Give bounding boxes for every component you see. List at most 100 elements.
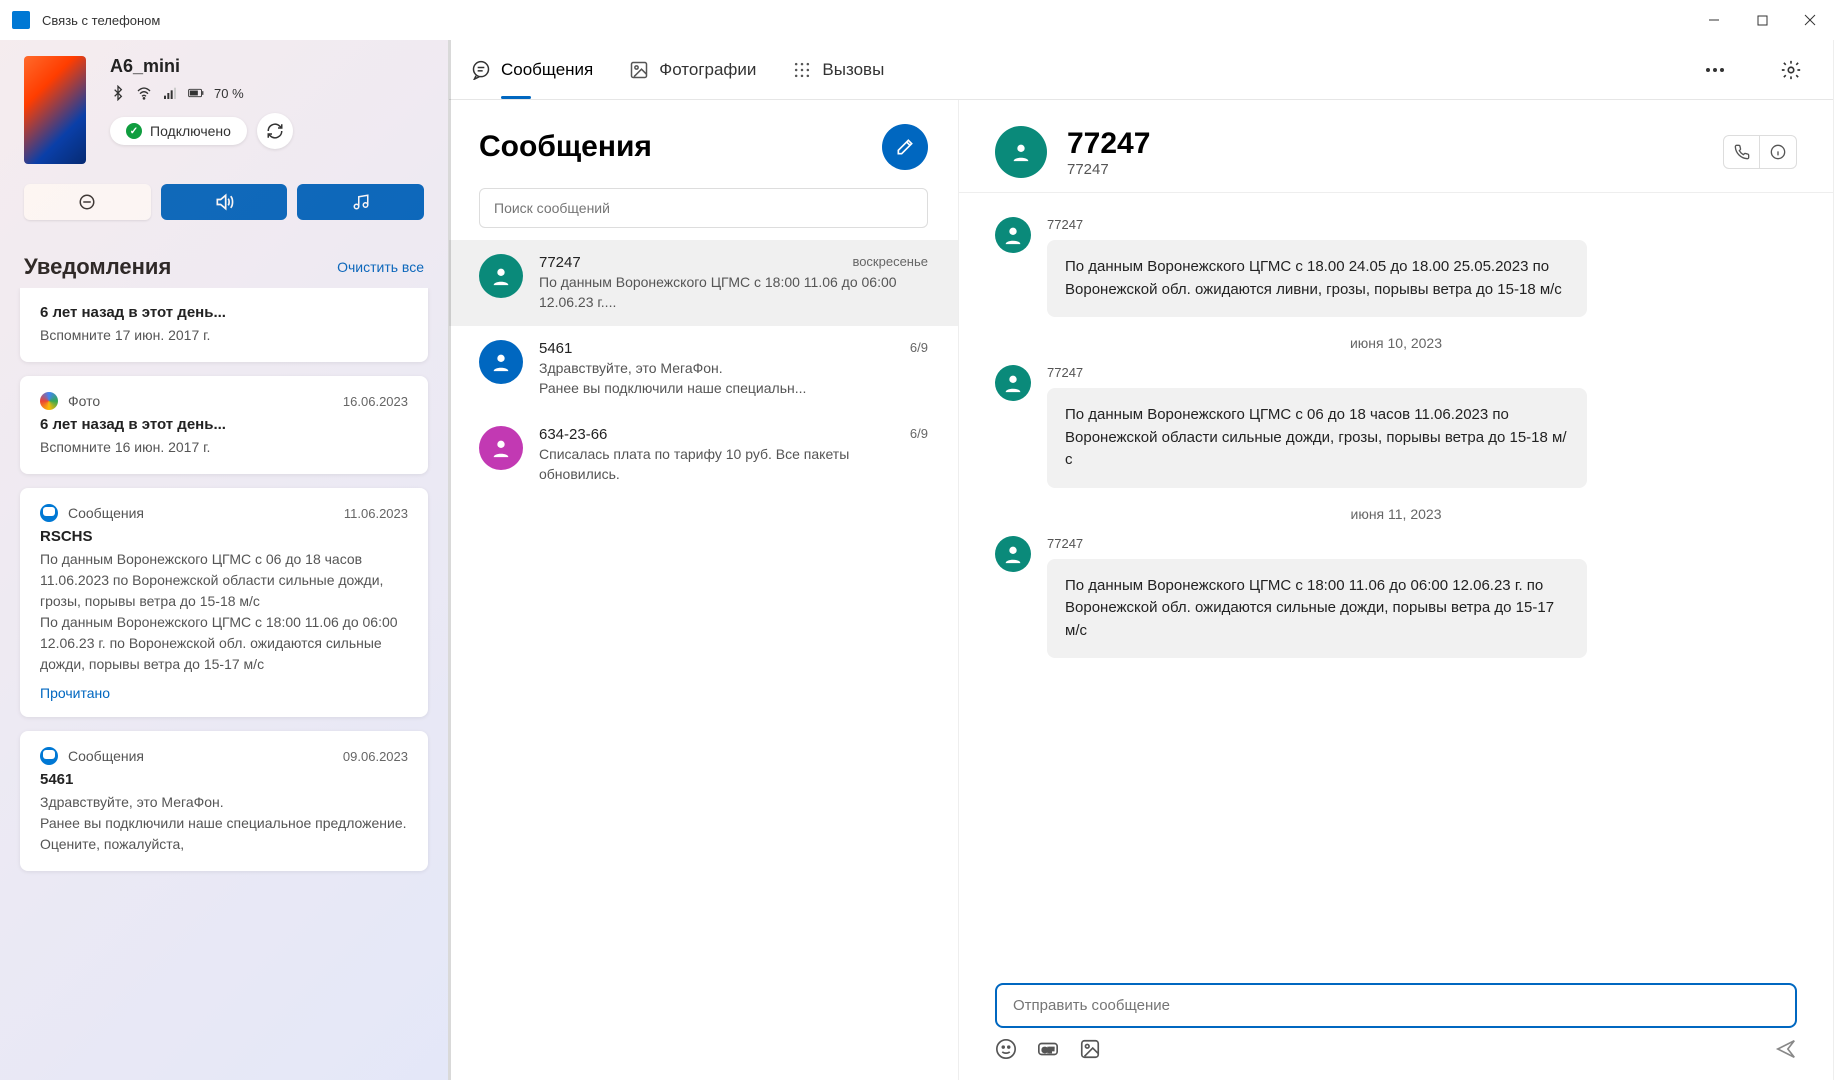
left-sidebar: A6_mini 70 % Подключено xyxy=(0,40,448,1080)
conversation-list: 77247 воскресенье По данным Воронежского… xyxy=(449,240,958,1080)
notification-card[interactable]: Сообщения 09.06.2023 5461 Здравствуйте, … xyxy=(20,731,428,871)
notification-title: 5461 xyxy=(40,771,408,788)
volume-button[interactable] xyxy=(161,184,288,220)
message-avatar xyxy=(995,217,1031,253)
music-button[interactable] xyxy=(297,184,424,220)
chat-header: 77247 77247 xyxy=(959,100,1833,193)
notification-body: По данным Воронежского ЦГМС с 06 до 18 ч… xyxy=(40,549,408,675)
image-icon[interactable] xyxy=(1079,1038,1101,1060)
notification-body: Здравствуйте, это МегаФон. Ранее вы подк… xyxy=(40,792,408,855)
connected-check-icon xyxy=(126,123,142,139)
message-avatar xyxy=(995,365,1031,401)
notification-card[interactable]: Сообщения 11.06.2023 RSCHS По данным Вор… xyxy=(20,488,428,717)
message-row: 77247 По данным Воронежского ЦГМС с 18.0… xyxy=(995,217,1797,317)
messages-heading: Сообщения xyxy=(479,130,652,164)
battery-icon xyxy=(188,85,204,101)
message-sender: 77247 xyxy=(1047,365,1587,380)
dnd-button[interactable] xyxy=(24,184,151,220)
messages-app-icon xyxy=(40,504,58,522)
message-bubble: По данным Воронежского ЦГМС с 06 до 18 ч… xyxy=(1047,388,1587,488)
message-bubble: По данным Воронежского ЦГМС с 18:00 11.0… xyxy=(1047,559,1587,659)
notification-date: 09.06.2023 xyxy=(343,749,408,764)
battery-percent: 70 % xyxy=(214,86,244,101)
conversation-preview: Здравствуйте, это МегаФон. Ранее вы подк… xyxy=(539,359,928,398)
notification-title: RSCHS xyxy=(40,528,408,545)
settings-button[interactable] xyxy=(1771,50,1811,90)
compose-area: GIF xyxy=(959,969,1833,1080)
avatar xyxy=(479,340,523,384)
minimize-button[interactable] xyxy=(1690,0,1738,40)
avatar xyxy=(479,426,523,470)
conversation-name: 634-23-66 xyxy=(539,426,607,443)
titlebar: Связь с телефоном xyxy=(0,0,1834,40)
date-separator: июня 11, 2023 xyxy=(995,506,1797,522)
notification-date: 16.06.2023 xyxy=(343,394,408,409)
connected-label: Подключено xyxy=(150,123,231,139)
conversation-item[interactable]: 5461 6/9 Здравствуйте, это МегаФон. Ране… xyxy=(449,326,958,412)
conversation-name: 77247 xyxy=(539,254,581,271)
tab-calls[interactable]: Вызовы xyxy=(792,40,884,99)
message-sender: 77247 xyxy=(1047,536,1587,551)
more-button[interactable] xyxy=(1695,50,1735,90)
info-button[interactable] xyxy=(1760,136,1796,168)
conversation-time: воскресенье xyxy=(852,254,928,271)
conversation-name: 5461 xyxy=(539,340,572,357)
conversation-preview: Списалась плата по тарифу 10 руб. Все па… xyxy=(539,445,928,484)
clear-all-link[interactable]: Очистить все xyxy=(337,259,424,275)
send-icon[interactable] xyxy=(1775,1038,1797,1060)
status-icons: 70 % xyxy=(110,85,424,101)
photos-app-icon xyxy=(40,392,58,410)
conversation-item[interactable]: 77247 воскресенье По данным Воронежского… xyxy=(449,240,958,326)
connection-status[interactable]: Подключено xyxy=(110,117,247,145)
chat-subtitle: 77247 xyxy=(1067,161,1150,178)
chat-panel: 77247 77247 77247 По да xyxy=(959,100,1833,1080)
gif-icon[interactable]: GIF xyxy=(1037,1038,1059,1060)
message-sender: 77247 xyxy=(1047,217,1587,232)
bluetooth-icon xyxy=(110,85,126,101)
chat-body: 77247 По данным Воронежского ЦГМС с 18.0… xyxy=(959,193,1833,969)
refresh-button[interactable] xyxy=(257,113,293,149)
notification-card[interactable]: 6 лет назад в этот день... Вспомните 17 … xyxy=(20,288,428,362)
notification-app: Сообщения xyxy=(68,505,144,521)
conversation-item[interactable]: 634-23-66 6/9 Списалась плата по тарифу … xyxy=(449,412,958,498)
avatar xyxy=(479,254,523,298)
messages-app-icon xyxy=(40,747,58,765)
maximize-button[interactable] xyxy=(1738,0,1786,40)
notification-card[interactable]: Фото 16.06.2023 6 лет назад в этот день.… xyxy=(20,376,428,474)
tab-label: Фотографии xyxy=(659,60,756,80)
compose-input[interactable] xyxy=(995,983,1797,1028)
date-separator: июня 10, 2023 xyxy=(995,335,1797,351)
notification-date: 11.06.2023 xyxy=(344,506,408,521)
notification-app: Фото xyxy=(68,393,100,409)
wifi-icon xyxy=(136,85,152,101)
search-input[interactable] xyxy=(479,188,928,228)
notification-title: 6 лет назад в этот день... xyxy=(40,416,408,433)
notifications-header: Уведомления Очистить все xyxy=(0,236,448,288)
splitter[interactable] xyxy=(448,40,451,1080)
tab-messages[interactable]: Сообщения xyxy=(471,40,593,99)
window-controls xyxy=(1690,0,1834,40)
phone-thumbnail[interactable] xyxy=(24,56,86,164)
tab-label: Сообщения xyxy=(501,60,593,80)
notification-action[interactable]: Прочитано xyxy=(40,685,408,701)
app-title: Связь с телефоном xyxy=(42,13,160,28)
conversation-list-panel: Сообщения 77247 воскресенье По данны xyxy=(449,100,959,1080)
chat-title: 77247 xyxy=(1067,127,1150,161)
message-bubble: По данным Воронежского ЦГМС с 18.00 24.0… xyxy=(1047,240,1587,317)
call-button[interactable] xyxy=(1724,136,1760,168)
quick-actions xyxy=(0,180,448,236)
notification-app: Сообщения xyxy=(68,748,144,764)
device-block: A6_mini 70 % Подключено xyxy=(0,40,448,180)
notification-title: 6 лет назад в этот день... xyxy=(40,304,408,321)
compose-button[interactable] xyxy=(882,124,928,170)
message-avatar xyxy=(995,536,1031,572)
notifications-heading: Уведомления xyxy=(24,254,171,280)
app-icon xyxy=(12,11,30,29)
message-row: 77247 По данным Воронежского ЦГМС с 06 д… xyxy=(995,365,1797,488)
conversation-time: 6/9 xyxy=(910,340,928,357)
tab-photos[interactable]: Фотографии xyxy=(629,40,756,99)
close-button[interactable] xyxy=(1786,0,1834,40)
emoji-icon[interactable] xyxy=(995,1038,1017,1060)
conversation-preview: По данным Воронежского ЦГМС с 18:00 11.0… xyxy=(539,273,928,312)
conversation-time: 6/9 xyxy=(910,426,928,443)
